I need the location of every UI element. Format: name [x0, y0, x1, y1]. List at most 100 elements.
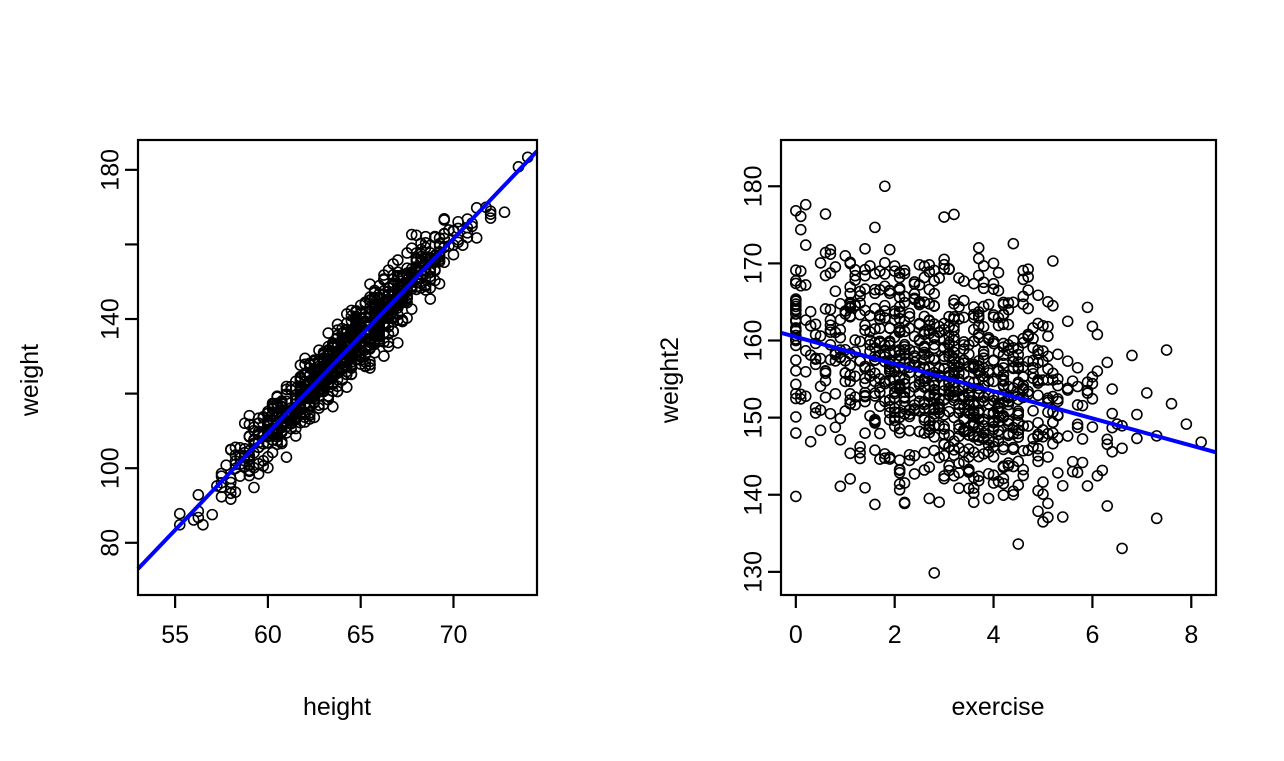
data-point [1106, 383, 1118, 395]
data-point [1101, 356, 1114, 369]
y-tick-label: 130 [740, 551, 768, 593]
data-point [839, 405, 852, 417]
data-point [1140, 387, 1153, 399]
data-point [814, 424, 827, 437]
data-point [1150, 512, 1163, 525]
right-y-axis-ticks [768, 185, 781, 573]
data-point [790, 411, 802, 423]
data-point [967, 277, 980, 290]
data-point [869, 221, 881, 234]
data-point [804, 435, 817, 448]
left-x-axis-ticks [174, 595, 455, 608]
data-point [908, 468, 921, 480]
data-point [790, 427, 802, 439]
y-tick-label: 170 [740, 243, 768, 285]
data-point [1061, 315, 1074, 328]
data-point [173, 507, 186, 520]
data-point [972, 242, 985, 254]
data-point [1081, 480, 1094, 492]
data-point [1101, 500, 1114, 512]
data-point [340, 381, 353, 393]
right-regression-line [780, 330, 1217, 455]
data-point [790, 364, 802, 377]
data-point [1180, 418, 1193, 430]
data-point [1076, 456, 1089, 469]
data-point [874, 427, 886, 440]
data-point [987, 257, 1000, 270]
data-point [1106, 445, 1118, 458]
left-y-axis-ticks [125, 168, 138, 544]
data-point [234, 470, 246, 482]
data-point [977, 260, 990, 272]
data-point [992, 266, 1005, 279]
scatterplot-right-svg: 0 2 4 6 8 130 140 150 160 170 180 exercise weight… [656, 138, 1218, 721]
data-point [1061, 430, 1074, 442]
data-point [224, 493, 237, 505]
data-point [1042, 497, 1054, 510]
data-point [987, 354, 1000, 366]
y-tick-label: 180 [740, 165, 768, 207]
data-point [859, 427, 871, 439]
data-point [903, 424, 916, 437]
data-point [392, 337, 404, 349]
data-point [790, 490, 802, 503]
data-point [824, 407, 837, 420]
data-point [1165, 397, 1178, 410]
data-point [1052, 348, 1064, 361]
data-point [804, 305, 817, 318]
x-tick-label: 0 [789, 621, 803, 649]
y-tick-label: 100 [97, 447, 125, 489]
scatterplot-panel-height-weight: 55 60 65 70 80 100 140 180 height weight [0, 0, 642, 761]
data-point [1027, 404, 1039, 417]
data-point [869, 498, 881, 511]
data-point [819, 208, 832, 220]
data-point [1042, 330, 1054, 342]
data-point [790, 354, 802, 366]
data-point [799, 239, 812, 251]
data-point [1047, 416, 1059, 429]
data-point [1126, 349, 1138, 362]
data-point [799, 365, 812, 378]
data-point [834, 433, 847, 446]
data-point [883, 243, 896, 256]
data-point [1017, 469, 1030, 482]
data-point [1086, 421, 1099, 433]
y-tick-label: 80 [97, 529, 125, 557]
data-point [933, 496, 945, 509]
data-point [1116, 442, 1128, 455]
data-point [1032, 416, 1044, 429]
data-point [844, 447, 856, 460]
x-tick-label: 4 [987, 621, 1001, 649]
data-point [1066, 455, 1079, 468]
data-point [1131, 408, 1143, 421]
scatterplot-panel-exercise-weight2: 0 2 4 6 8 130 140 150 160 170 180 exercise weight… [642, 0, 1284, 761]
data-point [1032, 389, 1044, 402]
data-point [1061, 355, 1074, 367]
scatterplot-left-svg: 55 60 65 70 80 100 140 180 height weight [16, 138, 539, 721]
data-point [1076, 433, 1089, 445]
data-point [1116, 542, 1128, 555]
data-point [844, 473, 856, 485]
y-tick-label: 180 [97, 149, 125, 191]
x-tick-label: 55 [161, 621, 189, 649]
right-y-axis-title: weight2 [656, 337, 684, 424]
data-point [829, 387, 842, 400]
x-tick-label: 2 [888, 621, 902, 649]
data-point [918, 446, 931, 459]
data-point [928, 444, 941, 457]
x-tick-label: 65 [347, 621, 375, 649]
data-point [1032, 505, 1044, 518]
right-x-axis-ticks [794, 595, 1193, 608]
data-point [829, 421, 842, 434]
data-point [1056, 511, 1069, 523]
data-point [928, 567, 941, 579]
data-point [953, 482, 965, 495]
data-point [834, 480, 847, 493]
figure-canvas: 55 60 65 70 80 100 140 180 height weight 0 2 4 6 8… [0, 0, 1284, 761]
data-point [1012, 538, 1025, 550]
data-point [1106, 407, 1118, 420]
y-tick-label: 150 [740, 397, 768, 439]
data-point [327, 400, 339, 413]
data-point [1091, 328, 1104, 341]
data-point [859, 242, 871, 255]
